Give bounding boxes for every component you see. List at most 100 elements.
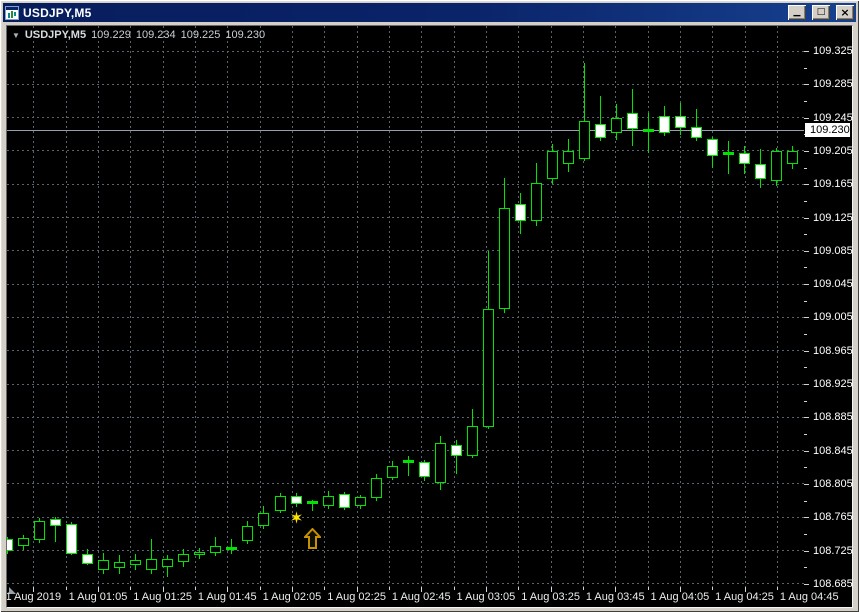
horizontal-gridline xyxy=(7,150,804,152)
price-axis-tick xyxy=(804,550,809,552)
candle-01:55-bull xyxy=(258,513,270,527)
candle-02:05-bear xyxy=(290,495,302,504)
price-axis-tick xyxy=(804,483,809,485)
time-axis-tick xyxy=(647,587,649,590)
candle-00:50-bear xyxy=(50,518,62,527)
candle-01:00-bear xyxy=(82,553,94,564)
price-axis-label: 109.205 xyxy=(813,144,853,157)
vertical-gridline xyxy=(65,26,67,587)
chart-dropdown-icon[interactable]: ▼ xyxy=(12,31,20,40)
vertical-gridline xyxy=(647,26,649,587)
horizontal-gridline xyxy=(7,217,804,218)
vertical-gridline xyxy=(97,26,99,587)
time-axis-label: 1 Aug 03:45 xyxy=(585,591,645,603)
ohlc-high: 109.234 xyxy=(135,29,176,41)
candle-04:10-bear xyxy=(691,126,703,138)
vertical-gridline xyxy=(259,26,261,587)
time-axis-tick xyxy=(194,587,196,590)
vertical-gridline xyxy=(162,26,164,587)
price-axis-label: 109.165 xyxy=(813,178,853,191)
time-axis-label: 1 Aug 03:25 xyxy=(521,591,580,603)
price-axis-minor-tick xyxy=(804,567,807,569)
horizontal-gridline xyxy=(7,250,804,252)
price-axis-label: 109.245 xyxy=(813,111,853,124)
maximize-button[interactable]: □ xyxy=(812,5,830,20)
candle-00:45-bull xyxy=(34,520,46,541)
chart-plot-area[interactable]: ▼ USDJPY,M5 109.229 109.234 109.225 109.… xyxy=(7,26,804,587)
candle-04:40-bull xyxy=(787,150,799,165)
vertical-gridline xyxy=(485,26,487,587)
candle-03:25-bull xyxy=(547,150,559,180)
candle-04:25-bear xyxy=(739,152,751,165)
time-axis-label: 1 Aug 2019 xyxy=(7,591,62,603)
candle-01:05-bull xyxy=(98,560,110,571)
candle-02:55-bear xyxy=(450,444,462,457)
price-axis-label: 108.885 xyxy=(813,411,853,424)
chart-app-icon[interactable] xyxy=(5,5,19,20)
candle-03:35-bull xyxy=(579,120,591,160)
time-axis-label: 1 Aug 04:05 xyxy=(650,591,710,603)
time-axis-tick xyxy=(453,587,455,590)
horizontal-gridline xyxy=(7,283,804,285)
price-axis-tick xyxy=(804,284,809,286)
close-button[interactable]: × xyxy=(836,5,854,20)
price-axis-minor-tick xyxy=(804,234,807,236)
price-axis-minor-tick xyxy=(804,533,807,535)
candle-03:10-bull xyxy=(498,207,510,310)
candle-01:50-bull xyxy=(242,526,254,542)
time-axis-label: 1 Aug 01:45 xyxy=(197,591,257,603)
vertical-gridline xyxy=(388,26,390,587)
candle-01:45-bull xyxy=(226,546,238,550)
candle-03:00-bull xyxy=(466,425,478,456)
price-axis-tick xyxy=(804,184,809,186)
vertical-gridline xyxy=(453,26,455,587)
price-axis-minor-tick xyxy=(804,300,807,302)
candle-01:35-bull xyxy=(194,552,206,556)
candle-02:20-bear xyxy=(338,493,350,509)
star-marker-icon xyxy=(290,510,302,524)
candle-04:30-bear xyxy=(755,164,767,180)
title-bar[interactable]: USDJPY,M5 ▁ □ × xyxy=(3,3,856,22)
price-axis-minor-tick xyxy=(804,167,807,169)
time-axis[interactable]: 1 Aug 2019 1 Aug 01:05 1 Aug 01:25 1 Aug 01… xyxy=(7,587,850,605)
window-title: USDJPY,M5 xyxy=(23,5,92,20)
horizontal-gridline xyxy=(7,450,804,452)
price-axis[interactable]: 109.325 109.285 109.245 109.205 109.165 109.1… xyxy=(804,26,853,589)
price-axis-tick xyxy=(804,217,809,219)
vertical-gridline xyxy=(227,26,229,587)
candle-03:05-bull xyxy=(482,309,494,428)
candle-04:20-bear xyxy=(723,151,735,155)
candle-03:55-bull xyxy=(643,128,655,132)
candle-02:25-bull xyxy=(354,497,366,506)
price-axis-label: 108.765 xyxy=(813,511,853,524)
candle-02:30-bull xyxy=(370,478,382,499)
ohlc-close: 109.230 xyxy=(225,29,266,41)
price-axis-tick xyxy=(804,517,809,519)
candle-03:15-bear xyxy=(514,204,526,221)
time-axis-tick xyxy=(776,587,778,590)
minimize-button[interactable]: ▁ xyxy=(788,5,806,20)
price-axis-tick xyxy=(804,450,809,452)
candle-04:15-bear xyxy=(707,139,719,156)
price-axis-tick xyxy=(804,350,809,352)
vertical-gridline xyxy=(712,26,714,587)
vertical-gridline xyxy=(421,26,423,587)
horizontal-gridline xyxy=(7,316,804,318)
horizontal-gridline xyxy=(7,416,804,418)
price-axis-minor-tick xyxy=(804,100,807,102)
price-axis-minor-tick xyxy=(804,467,807,469)
price-axis-minor-tick xyxy=(804,267,807,269)
candle-02:50-bull xyxy=(434,443,446,484)
time-axis-tick xyxy=(130,587,132,590)
price-axis-label: 108.845 xyxy=(813,444,853,457)
vertical-gridline xyxy=(518,26,520,587)
horizontal-gridline xyxy=(7,183,804,185)
price-axis-minor-tick xyxy=(804,334,807,336)
horizontal-gridline xyxy=(7,516,804,518)
candle-03:30-bull xyxy=(563,150,575,165)
price-axis-tick xyxy=(804,583,809,585)
time-axis-tick xyxy=(518,587,520,590)
horizontal-gridline xyxy=(7,583,804,585)
candle-02:00-bull xyxy=(274,496,286,512)
price-axis-tick xyxy=(804,417,809,419)
